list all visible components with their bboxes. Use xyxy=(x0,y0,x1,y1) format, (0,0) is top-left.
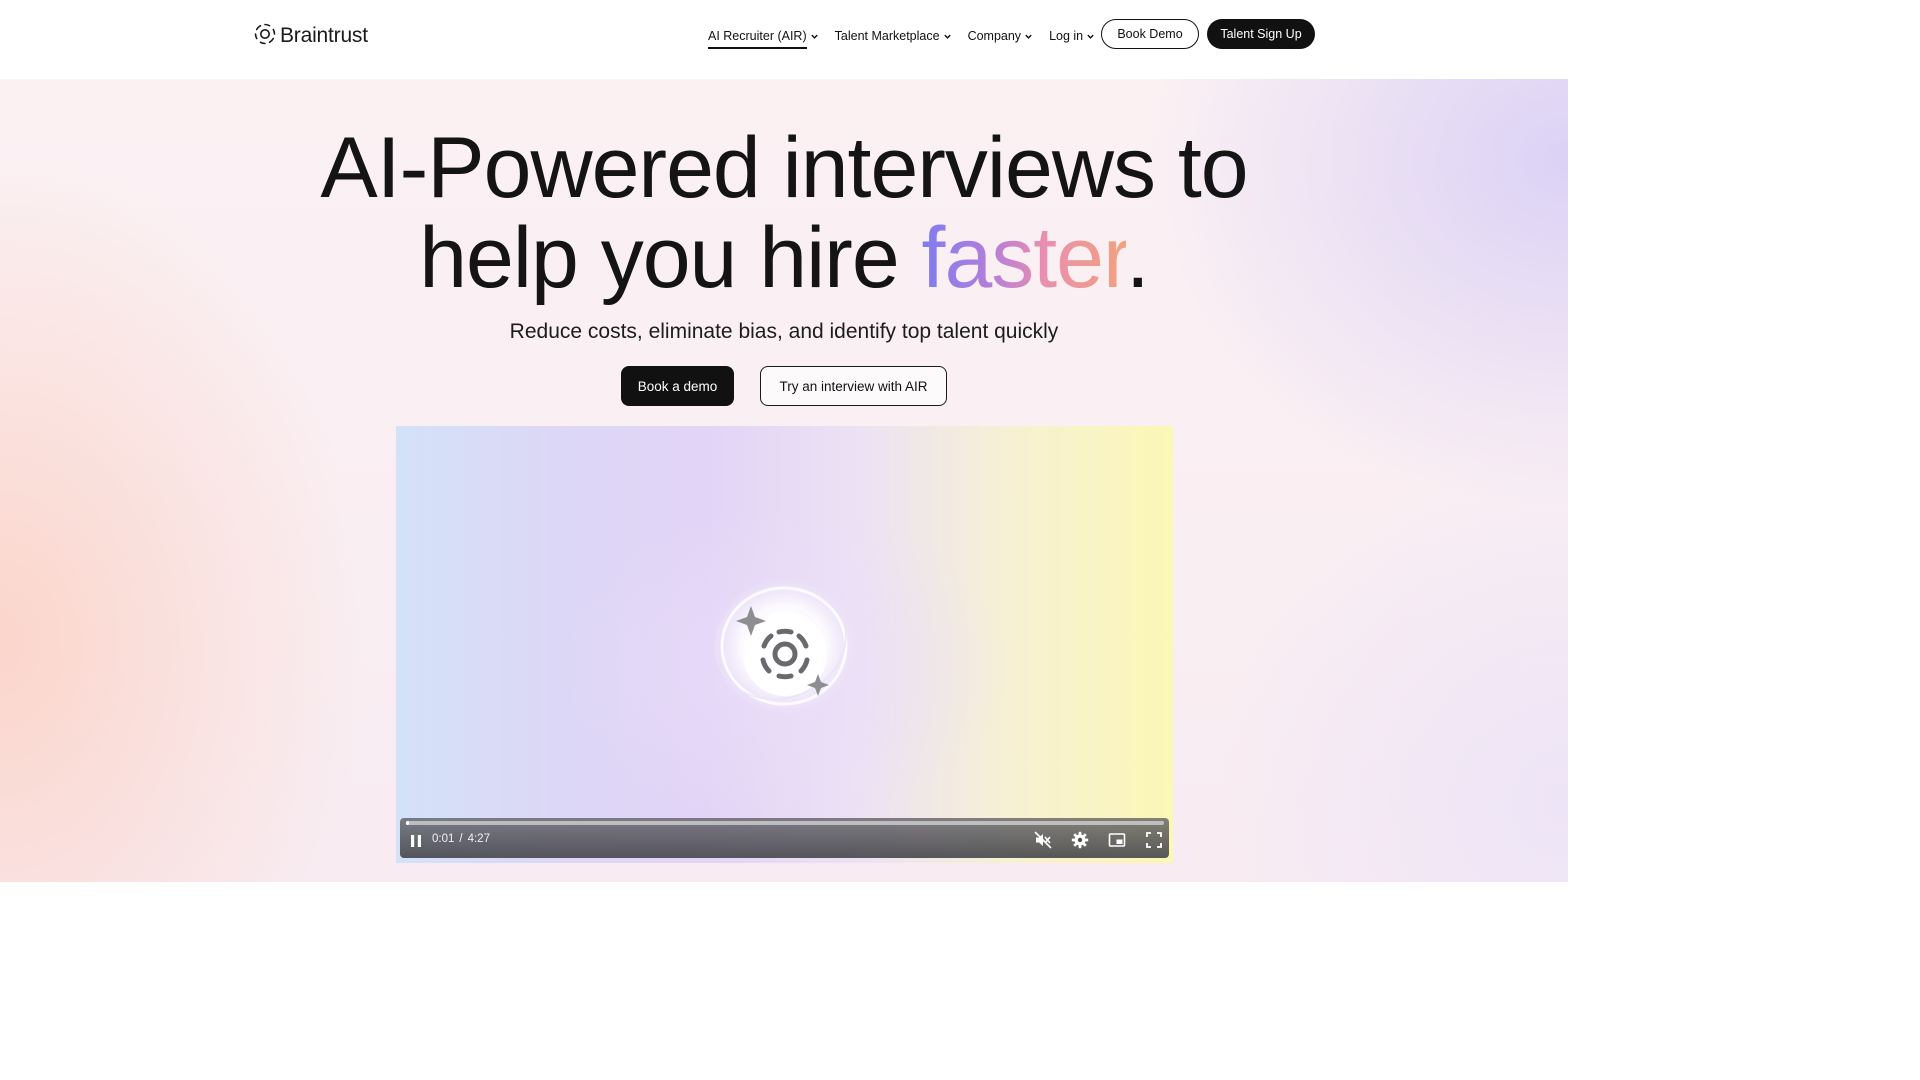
fullscreen-icon[interactable] xyxy=(1145,831,1163,849)
nav-company[interactable]: Company xyxy=(968,24,1034,48)
duration: 4:27 xyxy=(467,833,490,845)
chevron-down-icon xyxy=(1087,34,1094,39)
hero-section: AI-Powered interviews to help you hire f… xyxy=(0,79,1568,882)
nav-label: Company xyxy=(967,29,1022,43)
headline-line-1: AI-Powered interviews to xyxy=(320,120,1248,216)
nav-label: Talent Marketplace xyxy=(834,29,940,43)
nav-label: Log in xyxy=(1049,29,1084,43)
video-player[interactable]: 0:01 / 4:27 xyxy=(396,426,1173,863)
book-a-demo-button[interactable]: Book a demo xyxy=(621,366,734,406)
nav-talent-marketplace[interactable]: Talent Marketplace xyxy=(835,24,952,48)
video-progress-bar[interactable] xyxy=(406,821,1164,825)
headline-highlight: faster xyxy=(921,210,1127,306)
pause-icon[interactable] xyxy=(408,833,424,849)
video-controls: 0:01 / 4:27 xyxy=(400,818,1169,858)
braintrust-gear-icon xyxy=(254,23,276,50)
video-progress-fill xyxy=(406,821,409,825)
brand-name: Braintrust xyxy=(280,24,368,47)
chevron-down-icon xyxy=(810,34,818,39)
main-nav: AI Recruiter (AIR) Talent Marketplace Co… xyxy=(708,24,1111,49)
mute-icon[interactable] xyxy=(1034,831,1052,849)
book-demo-button[interactable]: Book Demo xyxy=(1101,19,1199,49)
brand-logo[interactable]: Braintrust xyxy=(254,22,368,50)
hero-subheadline: Reduce costs, eliminate bias, and identi… xyxy=(509,320,1059,343)
talent-sign-up-button[interactable]: Talent Sign Up xyxy=(1207,19,1315,49)
picture-in-picture-icon[interactable] xyxy=(1108,831,1126,849)
headline-suffix: . xyxy=(1125,210,1150,306)
air-orb-icon xyxy=(712,578,856,714)
nav-ai-recruiter[interactable]: AI Recruiter (AIR) xyxy=(708,24,819,49)
nav-label: AI Recruiter (AIR) xyxy=(708,29,807,43)
time-separator: / xyxy=(459,833,463,845)
chevron-down-icon xyxy=(1025,34,1032,39)
nav-log-in[interactable]: Log in xyxy=(1049,24,1095,48)
video-time: 0:01 / 4:27 xyxy=(432,833,490,845)
site-header: Braintrust AI Recruiter (AIR) Talent Mar… xyxy=(0,0,1568,79)
chevron-down-icon xyxy=(943,34,951,39)
headline-line-2: help you hire xyxy=(419,210,922,306)
current-time: 0:01 xyxy=(432,833,455,845)
try-interview-button[interactable]: Try an interview with AIR xyxy=(760,366,947,406)
settings-gear-icon[interactable] xyxy=(1071,831,1089,849)
hero-headline: AI-Powered interviews to help you hire f… xyxy=(0,123,1568,303)
